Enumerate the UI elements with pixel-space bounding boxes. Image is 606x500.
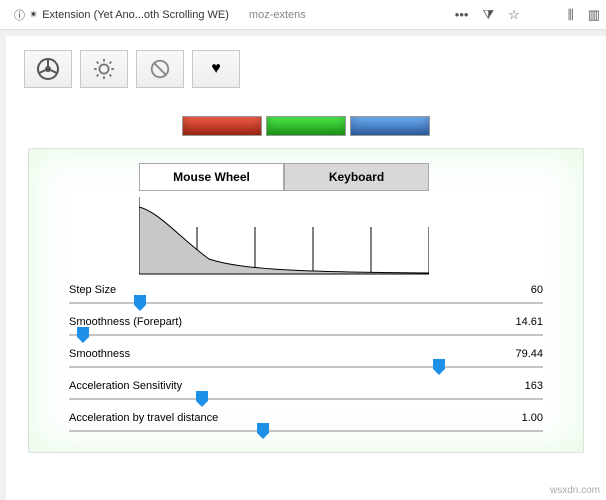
slider-trackline (69, 334, 543, 336)
curve-graph (139, 197, 563, 278)
slider-label: Smoothness (69, 348, 130, 360)
slider-trackline (69, 430, 543, 432)
tab-mouse-wheel[interactable]: Mouse Wheel (139, 163, 284, 191)
slider-track[interactable] (69, 362, 543, 372)
pocket-icon[interactable]: ⧩ (482, 7, 494, 23)
watermark-text: wsxdn.com (550, 485, 600, 496)
slider-thumb[interactable] (134, 295, 146, 311)
tab-title: Extension (Yet Ano...oth Scrolling WE) (42, 9, 229, 21)
extension-options-page: ♥ Mouse Wheel Keyboard (6, 36, 606, 500)
slider-track[interactable] (69, 298, 543, 308)
slider-value: 1.00 (522, 412, 543, 424)
browser-tab-bar: ⓘ ✴ Extension (Yet Ano...oth Scrolling W… (0, 0, 606, 30)
library-icon[interactable]: ⫼ (568, 7, 574, 23)
heart-button[interactable]: ♥ (192, 50, 240, 88)
star-icon[interactable]: ☆ (508, 7, 520, 23)
gear-icon (93, 58, 115, 80)
slider-value: 163 (525, 380, 543, 392)
slider-row-1: Smoothness (Forepart)14.61 (69, 316, 543, 340)
info-icon: ⓘ (14, 7, 25, 23)
preset-color-row (24, 116, 588, 136)
slider-row-2: Smoothness 79.44 (69, 348, 543, 372)
slider-label: Acceleration Sensitivity (69, 380, 182, 392)
gear-button[interactable] (80, 50, 128, 88)
slider-row-0: Step Size 60 (69, 284, 543, 308)
steering-wheel-icon (36, 57, 60, 81)
prohibited-icon (149, 58, 171, 80)
heart-icon: ♥ (211, 60, 221, 78)
slider-thumb[interactable] (433, 359, 445, 375)
sidebar-icon[interactable]: ▥ (588, 7, 600, 23)
preset-blue-button[interactable] (350, 116, 430, 136)
slider-track[interactable] (69, 426, 543, 436)
more-icon[interactable]: ••• (455, 7, 469, 22)
slider-value: 60 (531, 284, 543, 296)
slider-trackline (69, 398, 543, 400)
slider-thumb[interactable] (77, 327, 89, 343)
preset-green-button[interactable] (266, 116, 346, 136)
settings-panel: Mouse Wheel Keyboard Step Size 60 Smoothne… (28, 148, 584, 453)
slider-row-4: Acceleration by travel distance 1.00 (69, 412, 543, 436)
steering-wheel-button[interactable] (24, 50, 72, 88)
slider-value: 79.44 (515, 348, 543, 360)
url-text[interactable]: moz-extens (249, 9, 306, 21)
slider-trackline (69, 366, 543, 368)
slider-thumb[interactable] (257, 423, 269, 439)
page-background: ♥ Mouse Wheel Keyboard (0, 30, 606, 500)
slider-row-3: Acceleration Sensitivity 163 (69, 380, 543, 404)
slider-track[interactable] (69, 330, 543, 340)
slider-label: Acceleration by travel distance (69, 412, 218, 424)
extension-icon: ✴ (29, 8, 38, 21)
icon-toolbar: ♥ (24, 50, 588, 88)
curve-svg (139, 197, 429, 275)
tab-keyboard[interactable]: Keyboard (284, 163, 429, 191)
disabled-button[interactable] (136, 50, 184, 88)
browser-tab[interactable]: ⓘ ✴ Extension (Yet Ano...oth Scrolling W… (6, 4, 237, 26)
slider-value: 14.61 (515, 316, 543, 328)
mode-tabs: Mouse Wheel Keyboard (139, 163, 563, 191)
slider-track[interactable] (69, 394, 543, 404)
slider-label: Step Size (69, 284, 116, 296)
slider-thumb[interactable] (196, 391, 208, 407)
preset-red-button[interactable] (182, 116, 262, 136)
